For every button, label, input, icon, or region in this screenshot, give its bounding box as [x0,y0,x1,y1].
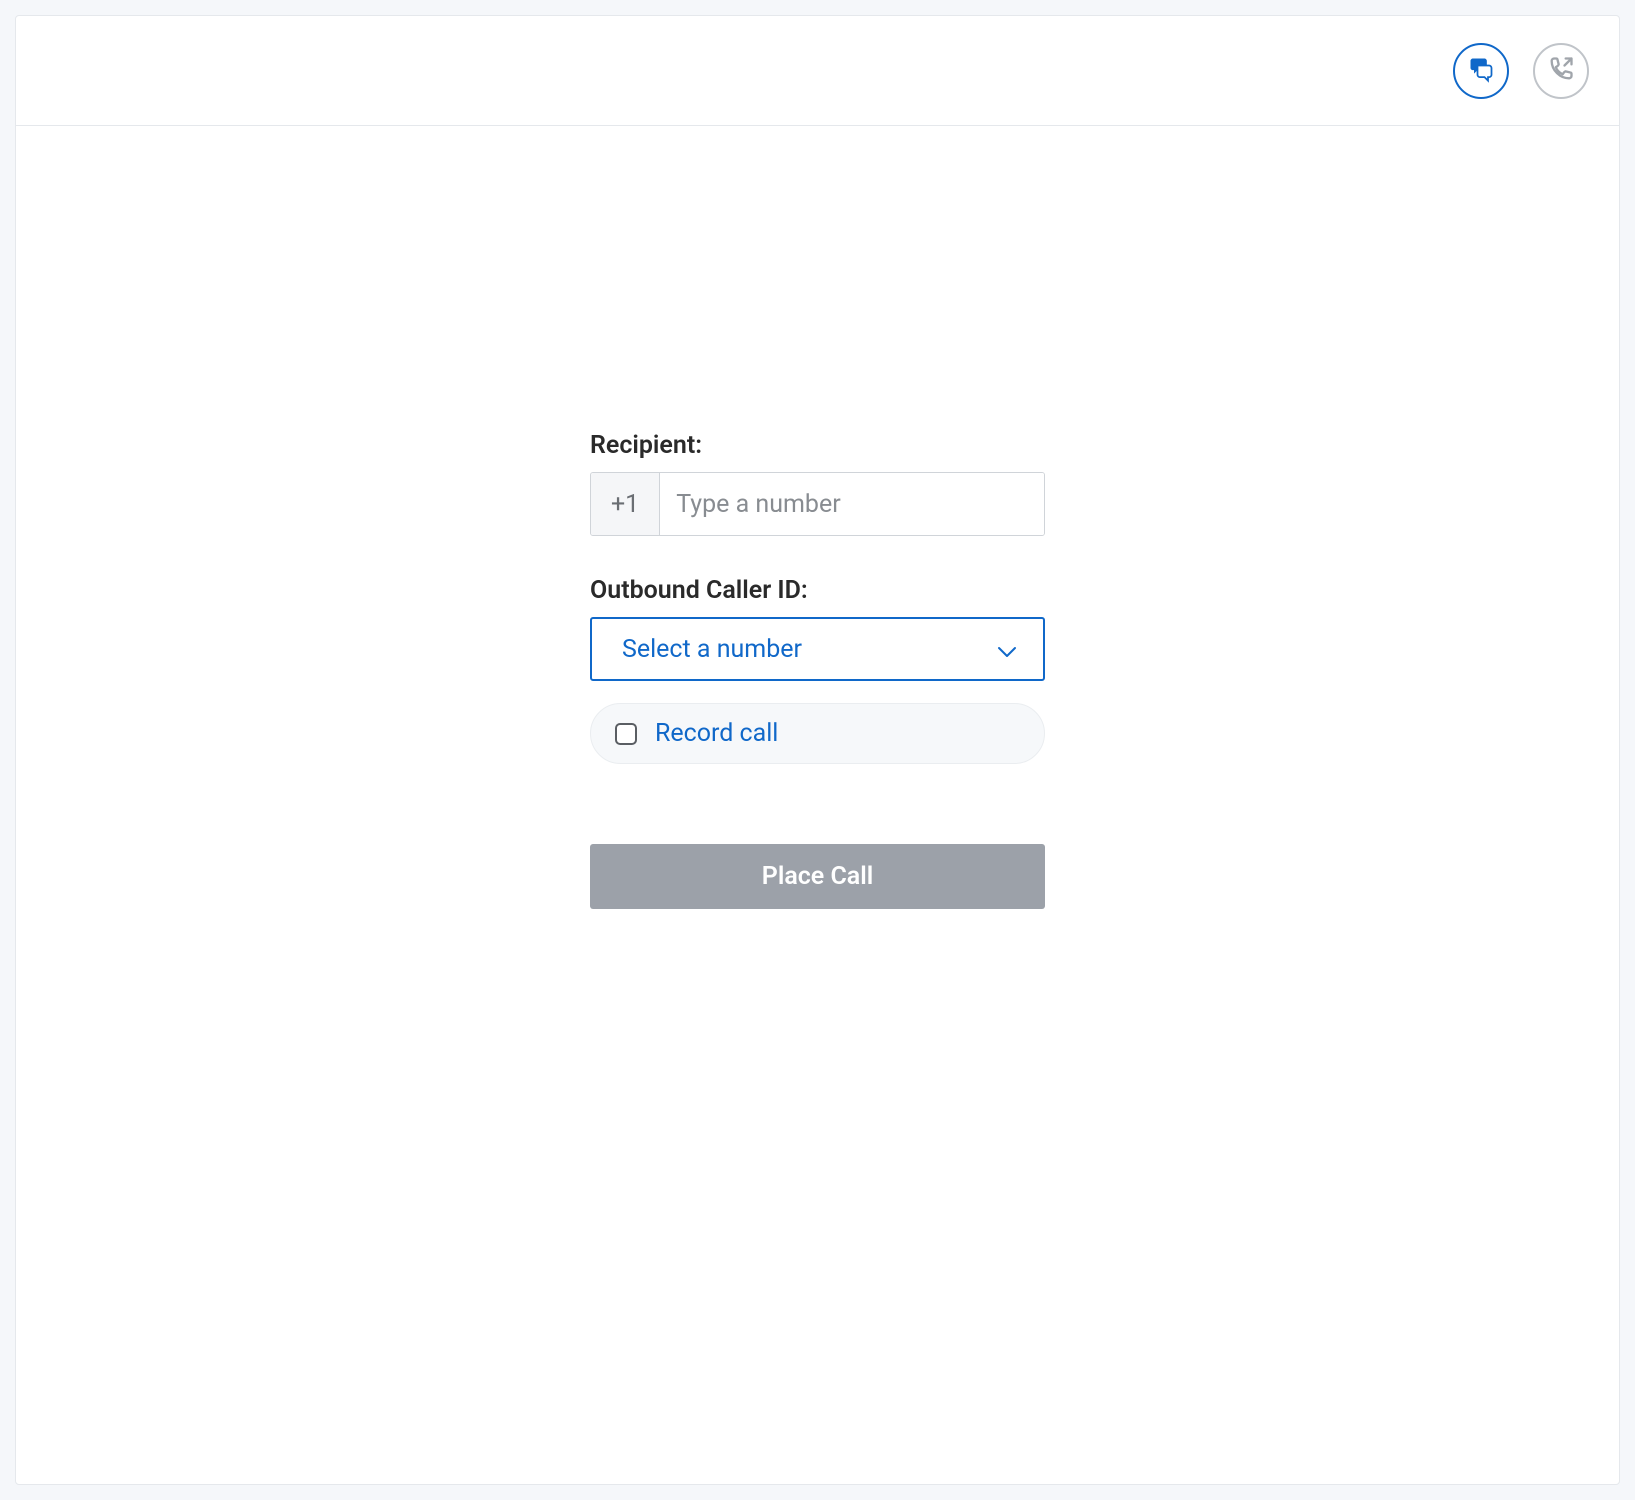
record-call-toggle[interactable]: Record call [590,703,1045,764]
caller-id-select-text: Select a number [622,635,802,664]
call-form: Recipient: +1 Outbound Caller ID: Select… [590,431,1045,909]
chat-button[interactable] [1453,43,1509,99]
recipient-input-group: +1 [590,472,1045,536]
recipient-input[interactable] [660,473,1044,535]
chevron-down-icon [997,643,1017,655]
record-call-checkbox[interactable] [615,723,637,745]
call-panel: Recipient: +1 Outbound Caller ID: Select… [15,15,1620,1485]
chat-icon [1467,55,1495,87]
recipient-label: Recipient: [590,431,1045,460]
phone-outgoing-icon [1547,55,1575,87]
caller-id-label: Outbound Caller ID: [590,576,1045,605]
record-call-label: Record call [655,719,778,748]
caller-id-select[interactable]: Select a number [590,617,1045,681]
country-code-prefix[interactable]: +1 [591,473,660,535]
phone-out-button[interactable] [1533,43,1589,99]
panel-header [16,16,1619,126]
place-call-button[interactable]: Place Call [590,844,1045,909]
panel-content: Recipient: +1 Outbound Caller ID: Select… [16,126,1619,1484]
